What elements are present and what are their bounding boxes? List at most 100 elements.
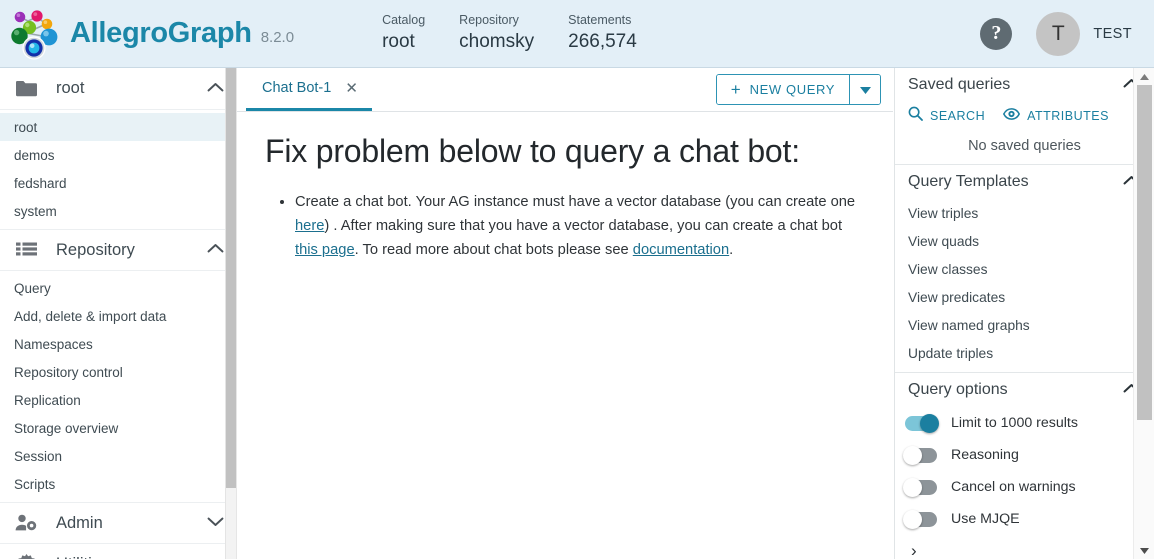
toggle-label: Limit to 1000 results: [951, 415, 1078, 431]
sidebar-group-repository[interactable]: Repository: [0, 229, 234, 271]
search-action[interactable]: SEARCH: [908, 106, 985, 126]
bullet-part-3: . To read more about chat bots please se…: [354, 242, 633, 258]
link-here[interactable]: here: [295, 218, 324, 234]
caret-down-icon: [859, 81, 871, 99]
right-panel-scrollbar-thumb[interactable]: [1137, 85, 1152, 420]
sidebar-item-session[interactable]: Session: [0, 442, 234, 470]
list-icon: [14, 238, 38, 262]
gear-icon: [14, 553, 38, 559]
sidebar-item-system[interactable]: system: [0, 197, 234, 225]
saved-queries-actions: SEARCH ATTRIBUTES: [895, 102, 1154, 132]
sidebar-scrollbar[interactable]: [225, 68, 237, 559]
new-query-dropdown-button[interactable]: [849, 75, 880, 104]
template-view-classes[interactable]: View classes: [895, 255, 1154, 283]
toggle-label: Cancel on warnings: [951, 479, 1076, 495]
toggle-knob: [903, 509, 922, 529]
sidebar-group-catalog-label: root: [56, 79, 85, 97]
toggle-row-limit-results[interactable]: Limit to 1000 results: [895, 407, 1154, 439]
toggle-knob: [903, 445, 922, 465]
repository-label: Repository: [459, 13, 519, 27]
avatar[interactable]: T: [1036, 11, 1081, 56]
search-label: SEARCH: [930, 109, 986, 123]
toggle-label: Use MJQE: [951, 511, 1020, 527]
search-icon: [908, 106, 923, 126]
chevron-down-icon[interactable]: [207, 556, 224, 559]
list-item: Create a chat bot. Your AG instance must…: [295, 190, 863, 262]
template-view-named-graphs[interactable]: View named graphs: [895, 311, 1154, 339]
right-panel: Saved queries SEARCH ATTRIBUTES No saved…: [894, 68, 1154, 559]
query-options-toggles: Limit to 1000 results Reasoning Cancel o…: [895, 407, 1154, 535]
sidebar-group-utilities-label: Utilities: [56, 555, 207, 559]
sidebar-item-storage-overview[interactable]: Storage overview: [0, 414, 234, 442]
sidebar-item-root[interactable]: root: [0, 113, 234, 141]
sidebar-item-repository-control[interactable]: Repository control: [0, 358, 234, 386]
sidebar-item-scripts[interactable]: Scripts: [0, 470, 234, 498]
link-this-page[interactable]: this page: [295, 242, 355, 258]
toggle-row-reasoning[interactable]: Reasoning: [895, 439, 1154, 471]
template-update-triples[interactable]: Update triples: [895, 339, 1154, 367]
catalog-label: Catalog: [382, 13, 426, 27]
sidebar-repository-items: Query Add, delete & import data Namespac…: [0, 271, 234, 502]
toggle-row-use-mjqe[interactable]: Use MJQE: [895, 503, 1154, 535]
folder-icon: [14, 77, 38, 101]
scroll-up-arrow-icon[interactable]: [1134, 68, 1154, 85]
template-view-triples[interactable]: View triples: [895, 199, 1154, 227]
help-icon[interactable]: ?: [980, 17, 1013, 50]
template-view-predicates[interactable]: View predicates: [895, 283, 1154, 311]
sidebar-group-admin[interactable]: Admin: [0, 502, 234, 544]
sidebar-item-namespaces[interactable]: Namespaces: [0, 330, 234, 358]
chevron-up-icon[interactable]: [207, 80, 224, 98]
chevron-up-icon[interactable]: [207, 241, 224, 259]
allegrograph-logo-icon: [4, 3, 66, 65]
attributes-action[interactable]: ATTRIBUTES: [1003, 107, 1109, 125]
app-header: AllegroGraph 8.2.0 Catalog root Reposito…: [0, 0, 1154, 68]
plus-icon: +: [730, 80, 741, 99]
query-options-header[interactable]: Query options: [895, 373, 1154, 407]
brand-name: AllegroGraph: [70, 17, 252, 49]
page-title: Fix problem below to query a chat bot:: [265, 133, 800, 169]
header-stat-repository: Repository chomsky: [459, 12, 534, 55]
toggle-label: Reasoning: [951, 447, 1019, 463]
sidebar: root root demos fedshard system Reposito…: [0, 68, 235, 559]
new-query-button[interactable]: + NEW QUERY: [716, 75, 849, 104]
sidebar-group-catalog[interactable]: root: [0, 68, 234, 110]
sidebar-group-utilities[interactable]: Utilities: [0, 544, 234, 559]
sidebar-item-add-delete-import[interactable]: Add, delete & import data: [0, 302, 234, 330]
query-templates-header[interactable]: Query Templates: [895, 165, 1154, 199]
toggle-reasoning[interactable]: [903, 445, 937, 465]
tab-label: Chat Bot-1: [262, 80, 332, 96]
toggle-use-mjqe[interactable]: [903, 509, 937, 529]
link-documentation[interactable]: documentation: [633, 242, 729, 258]
bullet-part-4: .: [729, 242, 734, 258]
toggle-knob: [920, 413, 939, 433]
saved-queries-header[interactable]: Saved queries: [895, 68, 1154, 102]
user-settings-icon: [14, 511, 38, 535]
brand-version: 8.2.0: [260, 29, 295, 46]
new-query-label: NEW QUERY: [749, 82, 835, 97]
sidebar-catalog-items: root demos fedshard system: [0, 110, 234, 229]
toggle-limit-results[interactable]: [905, 413, 939, 433]
chevron-down-icon[interactable]: [207, 514, 224, 532]
statements-label: Statements: [568, 13, 632, 27]
tab-bar: Chat Bot-1 ✕ + NEW QUERY: [237, 68, 893, 112]
header-stat-statements: Statements 266,574: [568, 12, 637, 55]
sidebar-scroll-content: root root demos fedshard system Reposito…: [0, 68, 234, 559]
toggle-cancel-on-warnings[interactable]: [903, 477, 937, 497]
sidebar-item-demos[interactable]: demos: [0, 141, 234, 169]
toggle-row-cancel-on-warnings[interactable]: Cancel on warnings: [895, 471, 1154, 503]
tab-chat-bot-1[interactable]: Chat Bot-1 ✕: [246, 68, 372, 111]
instructions-list: Create a chat bot. Your AG instance must…: [265, 190, 863, 262]
sidebar-item-fedshard[interactable]: fedshard: [0, 169, 234, 197]
sidebar-item-replication[interactable]: Replication: [0, 386, 234, 414]
template-view-quads[interactable]: View quads: [895, 227, 1154, 255]
query-options-title: Query options: [908, 381, 1008, 398]
chevron-right-icon[interactable]: ›: [895, 535, 1154, 559]
saved-queries-title: Saved queries: [908, 76, 1011, 93]
header-stat-catalog: Catalog root: [382, 12, 425, 55]
query-templates-title: Query Templates: [908, 173, 1029, 190]
right-panel-scrollbar[interactable]: [1133, 68, 1154, 559]
sidebar-item-query[interactable]: Query: [0, 274, 234, 302]
main-body: Fix problem below to query a chat bot: C…: [237, 112, 893, 262]
close-icon[interactable]: ✕: [345, 81, 358, 96]
scroll-down-arrow-icon[interactable]: [1134, 542, 1154, 559]
